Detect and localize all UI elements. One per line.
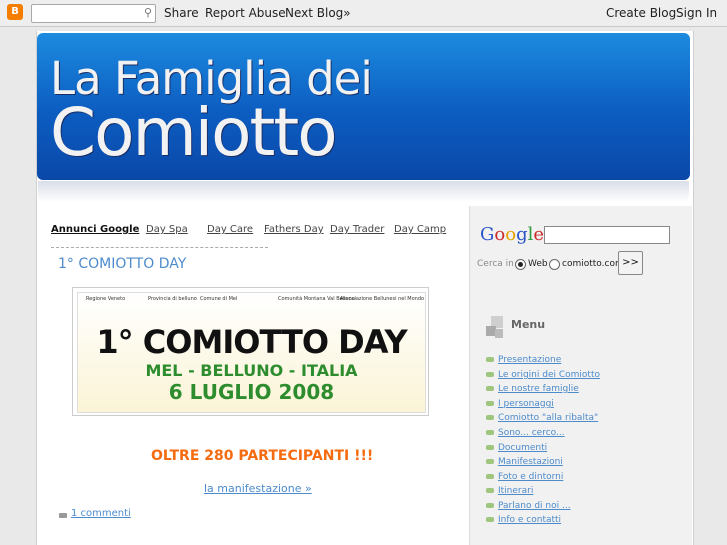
- menu-item-itinerari[interactable]: Itinerari: [486, 486, 533, 496]
- menu-item-manifestazioni[interactable]: Manifestazioni: [486, 457, 563, 467]
- logo-comune-mel: Comune di Mel: [200, 296, 238, 302]
- bullet-icon: [486, 415, 494, 420]
- banner-location: MEL - BELLUNO - ITALIA: [145, 361, 358, 380]
- search-in-label: Cerca in: [477, 259, 514, 269]
- menu-title: Menu: [511, 318, 546, 331]
- menu-item-label[interactable]: Documenti: [498, 443, 547, 453]
- menu-item-personaggi[interactable]: I personaggi: [486, 399, 554, 409]
- radio-site[interactable]: [549, 259, 560, 270]
- menu-item-foto[interactable]: Foto e dintorni: [486, 472, 563, 482]
- menu-item-documenti[interactable]: Documenti: [486, 443, 547, 453]
- menu-item-parlano[interactable]: Parlano di noi ...: [486, 501, 571, 511]
- google-logo: Google: [480, 224, 545, 245]
- menu-item-label[interactable]: Sono... cerco...: [498, 428, 565, 438]
- bullet-icon: [486, 445, 494, 450]
- bullet-icon: [486, 401, 494, 406]
- ad-link[interactable]: Fathers Day: [264, 224, 324, 235]
- bullet-icon: [486, 488, 494, 493]
- menu-item-sono-cerco[interactable]: Sono... cerco...: [486, 428, 565, 438]
- google-ads-heading[interactable]: Annunci Google: [51, 224, 139, 235]
- menu-item-label[interactable]: Manifestazioni: [498, 457, 563, 467]
- comments-link[interactable]: 1 commenti: [71, 508, 131, 519]
- menu-item-label[interactable]: I personaggi: [498, 399, 554, 409]
- blogger-navbar: B ⚲ Share Report Abuse Next Blog» Create…: [0, 0, 727, 27]
- share-link[interactable]: Share: [164, 6, 199, 20]
- report-abuse-link[interactable]: Report Abuse: [205, 6, 286, 20]
- ad-link[interactable]: Day Spa: [146, 224, 188, 235]
- event-banner-image[interactable]: Regione Veneto Provincia di belluno Comu…: [72, 287, 429, 416]
- ad-link[interactable]: Day Trader: [330, 224, 384, 235]
- logo-provincia-belluno: Provincia di belluno: [148, 296, 197, 302]
- bullet-icon: [486, 474, 494, 479]
- event-link[interactable]: la manifestazione »: [204, 482, 312, 495]
- search-icon[interactable]: ⚲: [144, 6, 152, 19]
- menu-item-presentazione[interactable]: Presentazione: [486, 355, 561, 365]
- next-blog-link[interactable]: Next Blog»: [285, 6, 351, 20]
- menu-item-label[interactable]: Itinerari: [498, 486, 533, 496]
- sign-in-link[interactable]: Sign In: [676, 6, 717, 20]
- blogger-logo-icon[interactable]: B: [7, 4, 23, 20]
- bullet-icon: [486, 459, 494, 464]
- menu-item-label[interactable]: Foto e dintorni: [498, 472, 563, 482]
- banner-frame: Regione Veneto Provincia di belluno Comu…: [77, 292, 426, 413]
- search-submit-button[interactable]: >>: [618, 251, 643, 275]
- menu-item-famiglie[interactable]: Le nostre famiglie: [486, 384, 579, 394]
- radio-web-label: Web: [528, 259, 548, 269]
- bullet-icon: [486, 430, 494, 435]
- ad-link[interactable]: Day Care: [207, 224, 253, 235]
- menu-item-label[interactable]: Comiotto "alla ribalta": [498, 413, 598, 423]
- menu-item-origini[interactable]: Le origini dei Comiotto: [486, 370, 600, 380]
- bullet-icon: [486, 386, 494, 391]
- bullet-icon: [486, 372, 494, 377]
- banner-title: 1° COMIOTTO DAY: [96, 323, 407, 361]
- radio-web[interactable]: [515, 259, 526, 270]
- comment-icon: [59, 513, 67, 518]
- bullet-icon: [486, 517, 494, 522]
- participants-text: OLTRE 280 PARTECIPANTI !!!: [151, 448, 374, 464]
- menu-item-label[interactable]: Le origini dei Comiotto: [498, 370, 600, 380]
- create-blog-link[interactable]: Create Blog: [606, 6, 676, 20]
- menu-item-label[interactable]: Info e contatti: [498, 515, 561, 525]
- google-search-input[interactable]: [544, 226, 670, 244]
- menu-item-label[interactable]: Presentazione: [498, 355, 561, 365]
- bullet-icon: [486, 503, 494, 508]
- post-title[interactable]: 1° COMIOTTO DAY: [58, 256, 186, 272]
- menu-item-label[interactable]: Le nostre famiglie: [498, 384, 579, 394]
- ad-link[interactable]: Day Camp: [394, 224, 446, 235]
- menu-icon: [486, 316, 505, 340]
- logo-regione-veneto: Regione Veneto: [86, 296, 126, 302]
- banner-date: 6 LUGLIO 2008: [168, 380, 335, 404]
- header-tab-strip: [38, 181, 689, 202]
- logo-bellunesi-nel-mondo: Associazione Bellunesi nel Mondo: [340, 296, 425, 302]
- menu-item-label[interactable]: Parlano di noi ...: [498, 501, 571, 511]
- divider: [51, 247, 268, 248]
- blog-search-input[interactable]: ⚲: [31, 4, 156, 23]
- radio-site-label: comiotto.com: [562, 259, 624, 269]
- bullet-icon: [486, 357, 494, 362]
- menu-item-ribalta[interactable]: Comiotto "alla ribalta": [486, 413, 598, 423]
- menu-item-info[interactable]: Info e contatti: [486, 515, 561, 525]
- blog-title-line2[interactable]: Comiotto: [50, 93, 338, 173]
